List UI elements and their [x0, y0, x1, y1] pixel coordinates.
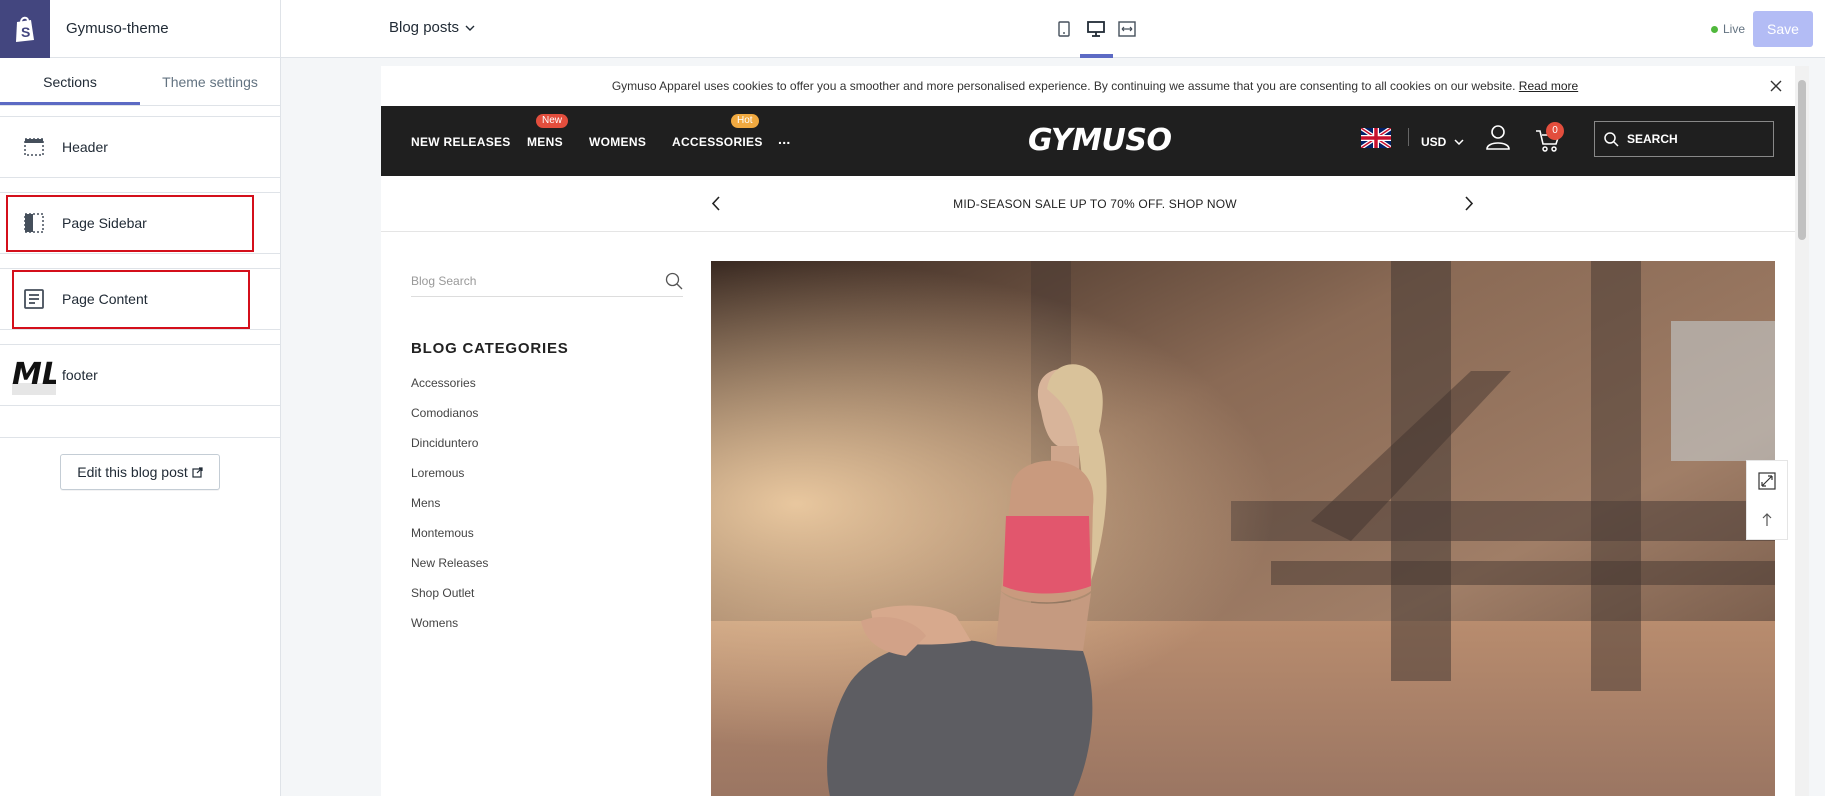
edit-blog-post-button[interactable]: Edit this blog post: [60, 454, 220, 490]
category-link[interactable]: Accessories: [411, 376, 488, 406]
live-status: Live: [1711, 22, 1745, 36]
category-link[interactable]: Mens: [411, 496, 488, 526]
hot-badge: Hot: [731, 114, 759, 128]
storefront-preview: Gymuso Apparel uses cookies to offer you…: [381, 66, 1809, 796]
nav-item-new-releases[interactable]: NEW RELEASES: [411, 135, 511, 149]
section-item-footer[interactable]: ML footer: [0, 344, 280, 406]
store-nav: NEW RELEASES MENS New WOMENS ACCESSORIES…: [381, 106, 1809, 176]
sidebar-divider: [0, 437, 280, 438]
resize-button[interactable]: [1747, 461, 1787, 500]
currency-select[interactable]: USD: [1421, 135, 1464, 149]
nav-item-womens[interactable]: WOMENS: [589, 135, 646, 149]
category-link[interactable]: Loremous: [411, 466, 488, 496]
nav-separator: [1408, 128, 1409, 146]
resize-icon: [1758, 471, 1776, 490]
footer-logo-text: ML: [12, 357, 56, 392]
template-select-label: Blog posts: [389, 19, 460, 36]
account-icon[interactable]: [1484, 123, 1512, 151]
blog-search-placeholder: Blog Search: [411, 273, 477, 288]
nav-item-accessories[interactable]: ACCESSORIES: [672, 135, 763, 149]
header-section-icon: [22, 135, 46, 159]
section-item-page-content[interactable]: Page Content: [0, 268, 280, 330]
cookie-read-more-link[interactable]: Read more: [1519, 79, 1578, 93]
theme-name: Gymuso-theme: [66, 20, 169, 37]
arrow-up-icon: [1762, 512, 1772, 526]
shopify-logo[interactable]: S: [0, 0, 50, 58]
section-label: Page Content: [62, 291, 148, 307]
full-width-view-icon: [1118, 21, 1136, 37]
chevron-down-icon: [1454, 139, 1464, 145]
search-icon: [1604, 132, 1619, 147]
blog-categories-list: Accessories Comodianos Dinciduntero Lore…: [411, 376, 488, 646]
section-item-page-sidebar[interactable]: Page Sidebar: [0, 192, 280, 254]
tab-theme-settings[interactable]: Theme settings: [140, 58, 280, 105]
edit-blog-post-label: Edit this blog post: [77, 464, 188, 480]
nav-more-button[interactable]: ...: [778, 131, 791, 147]
currency-label: USD: [1421, 135, 1447, 149]
section-label: Page Sidebar: [62, 215, 147, 231]
sidebar-tabs: Sections Theme settings: [0, 58, 280, 106]
promo-text[interactable]: MID-SEASON SALE UP TO 70% OFF. SHOP NOW: [381, 197, 1809, 211]
cookie-close-button[interactable]: [1766, 76, 1786, 96]
shopify-bag-icon: S: [16, 16, 34, 42]
cart-count-badge: 0: [1546, 122, 1564, 140]
brand-logo[interactable]: GYMUSO: [1028, 123, 1172, 158]
blog-search-input[interactable]: Blog Search: [411, 265, 683, 297]
new-badge: New: [536, 114, 569, 128]
content-section-icon: [22, 287, 46, 311]
floating-tools: [1746, 460, 1788, 540]
mobile-view-icon: [1058, 21, 1070, 37]
scrollbar-thumb[interactable]: [1798, 80, 1806, 240]
save-button[interactable]: Save: [1753, 11, 1813, 47]
promo-bar: MID-SEASON SALE UP TO 70% OFF. SHOP NOW: [381, 176, 1809, 232]
desktop-view-icon: [1087, 21, 1105, 37]
editor-topbar: Blog posts Live Save: [281, 0, 1825, 58]
back-to-top-button[interactable]: [1747, 500, 1787, 539]
nav-search-label: SEARCH: [1627, 132, 1678, 146]
section-label: Header: [62, 139, 108, 155]
footer-logo-icon: ML: [12, 357, 56, 395]
full-width-view-button[interactable]: [1112, 14, 1142, 44]
editor-sidebar: S Gymuso-theme Sections Theme settings H…: [0, 0, 281, 796]
section-item-header[interactable]: Header: [0, 116, 280, 178]
search-icon[interactable]: [665, 272, 683, 290]
blog-hero-image: [711, 261, 1775, 796]
category-link[interactable]: Montemous: [411, 526, 488, 556]
cookie-text: Gymuso Apparel uses cookies to offer you…: [611, 79, 1516, 93]
close-icon: [1770, 80, 1782, 92]
cookie-banner: Gymuso Apparel uses cookies to offer you…: [381, 66, 1809, 106]
mobile-view-button[interactable]: [1049, 14, 1079, 44]
sidebar-section-icon: [22, 211, 46, 235]
category-link[interactable]: Comodianos: [411, 406, 488, 436]
external-link-icon: [192, 466, 203, 478]
preview-scrollbar[interactable]: [1795, 66, 1809, 796]
uk-flag-icon[interactable]: [1361, 128, 1391, 148]
tab-sections[interactable]: Sections: [0, 58, 140, 105]
live-dot-icon: [1711, 25, 1718, 33]
desktop-view-button[interactable]: [1081, 14, 1111, 44]
section-label: footer: [62, 367, 98, 383]
blog-categories-title: BLOG CATEGORIES: [411, 340, 569, 357]
category-link[interactable]: New Releases: [411, 556, 488, 586]
svg-text:S: S: [21, 24, 30, 40]
nav-search-box[interactable]: SEARCH: [1594, 121, 1774, 157]
promo-next-button[interactable]: [1458, 192, 1480, 214]
nav-item-mens[interactable]: MENS: [527, 135, 563, 149]
sidebar-header: S Gymuso-theme: [0, 0, 280, 58]
chevron-right-icon: [1464, 195, 1473, 211]
category-link[interactable]: Shop Outlet: [411, 586, 488, 616]
active-view-indicator: [1080, 54, 1113, 58]
live-status-label: Live: [1723, 22, 1746, 36]
template-select[interactable]: Blog posts: [389, 19, 475, 36]
chevron-down-icon: [465, 25, 475, 31]
category-link[interactable]: Dinciduntero: [411, 436, 488, 466]
category-link[interactable]: Womens: [411, 616, 488, 646]
